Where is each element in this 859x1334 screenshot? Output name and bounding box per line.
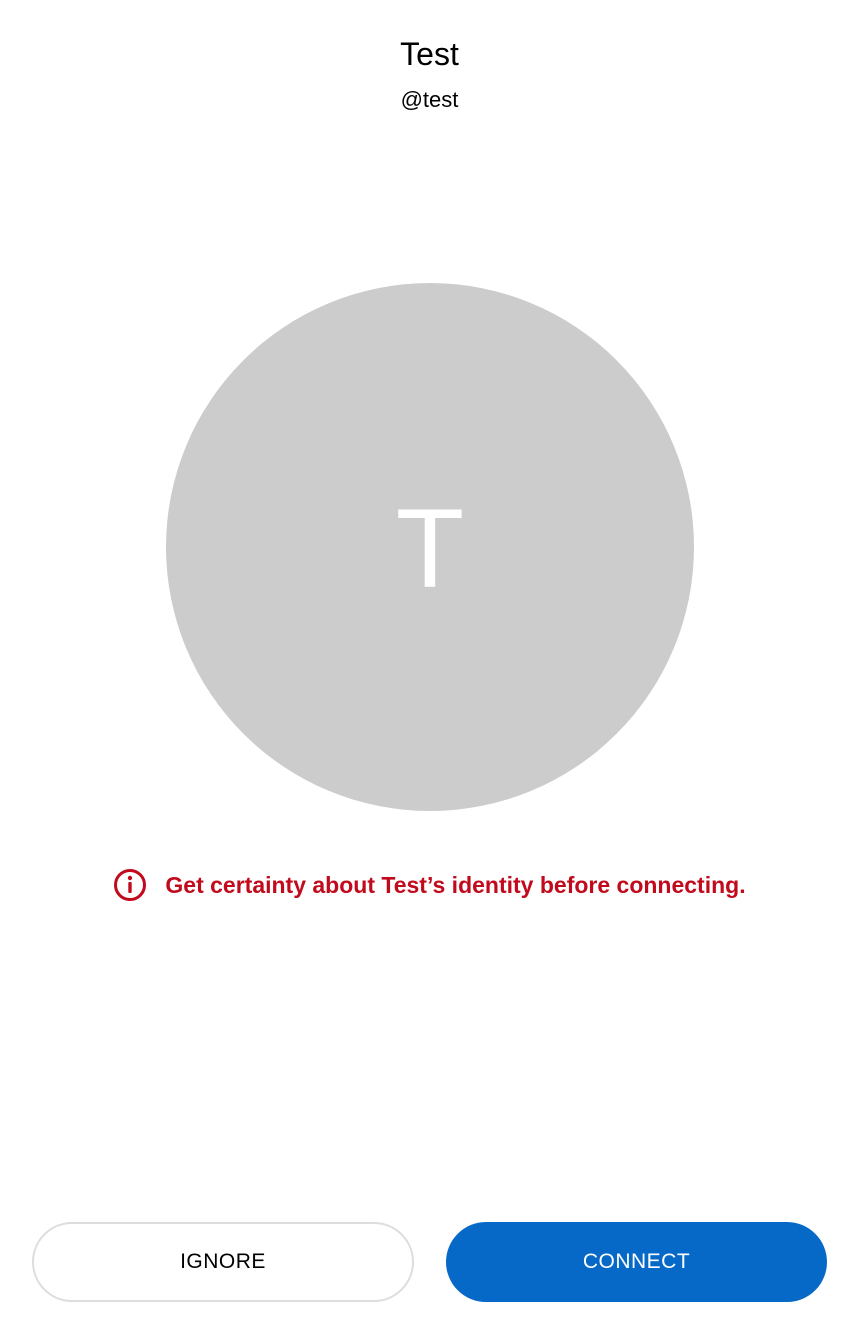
contact-handle: @test — [400, 87, 459, 112]
ignore-button[interactable]: IGNORE — [32, 1222, 414, 1302]
connection-request-screen: Test @test T Get certainty about Test’s … — [0, 0, 859, 1334]
connect-button-label: CONNECT — [582, 1250, 691, 1273]
warning-text: Get certainty about Test’s identity befo… — [165, 871, 746, 898]
contact-name: Test — [400, 36, 459, 72]
info-circle-icon — [114, 869, 147, 901]
connect-button[interactable]: CONNECT — [446, 1222, 827, 1302]
ignore-button-label: IGNORE — [180, 1250, 266, 1273]
avatar-initial: T — [395, 486, 465, 611]
avatar: T — [166, 283, 694, 811]
identity-warning: Get certainty about Test’s identity befo… — [0, 868, 859, 902]
